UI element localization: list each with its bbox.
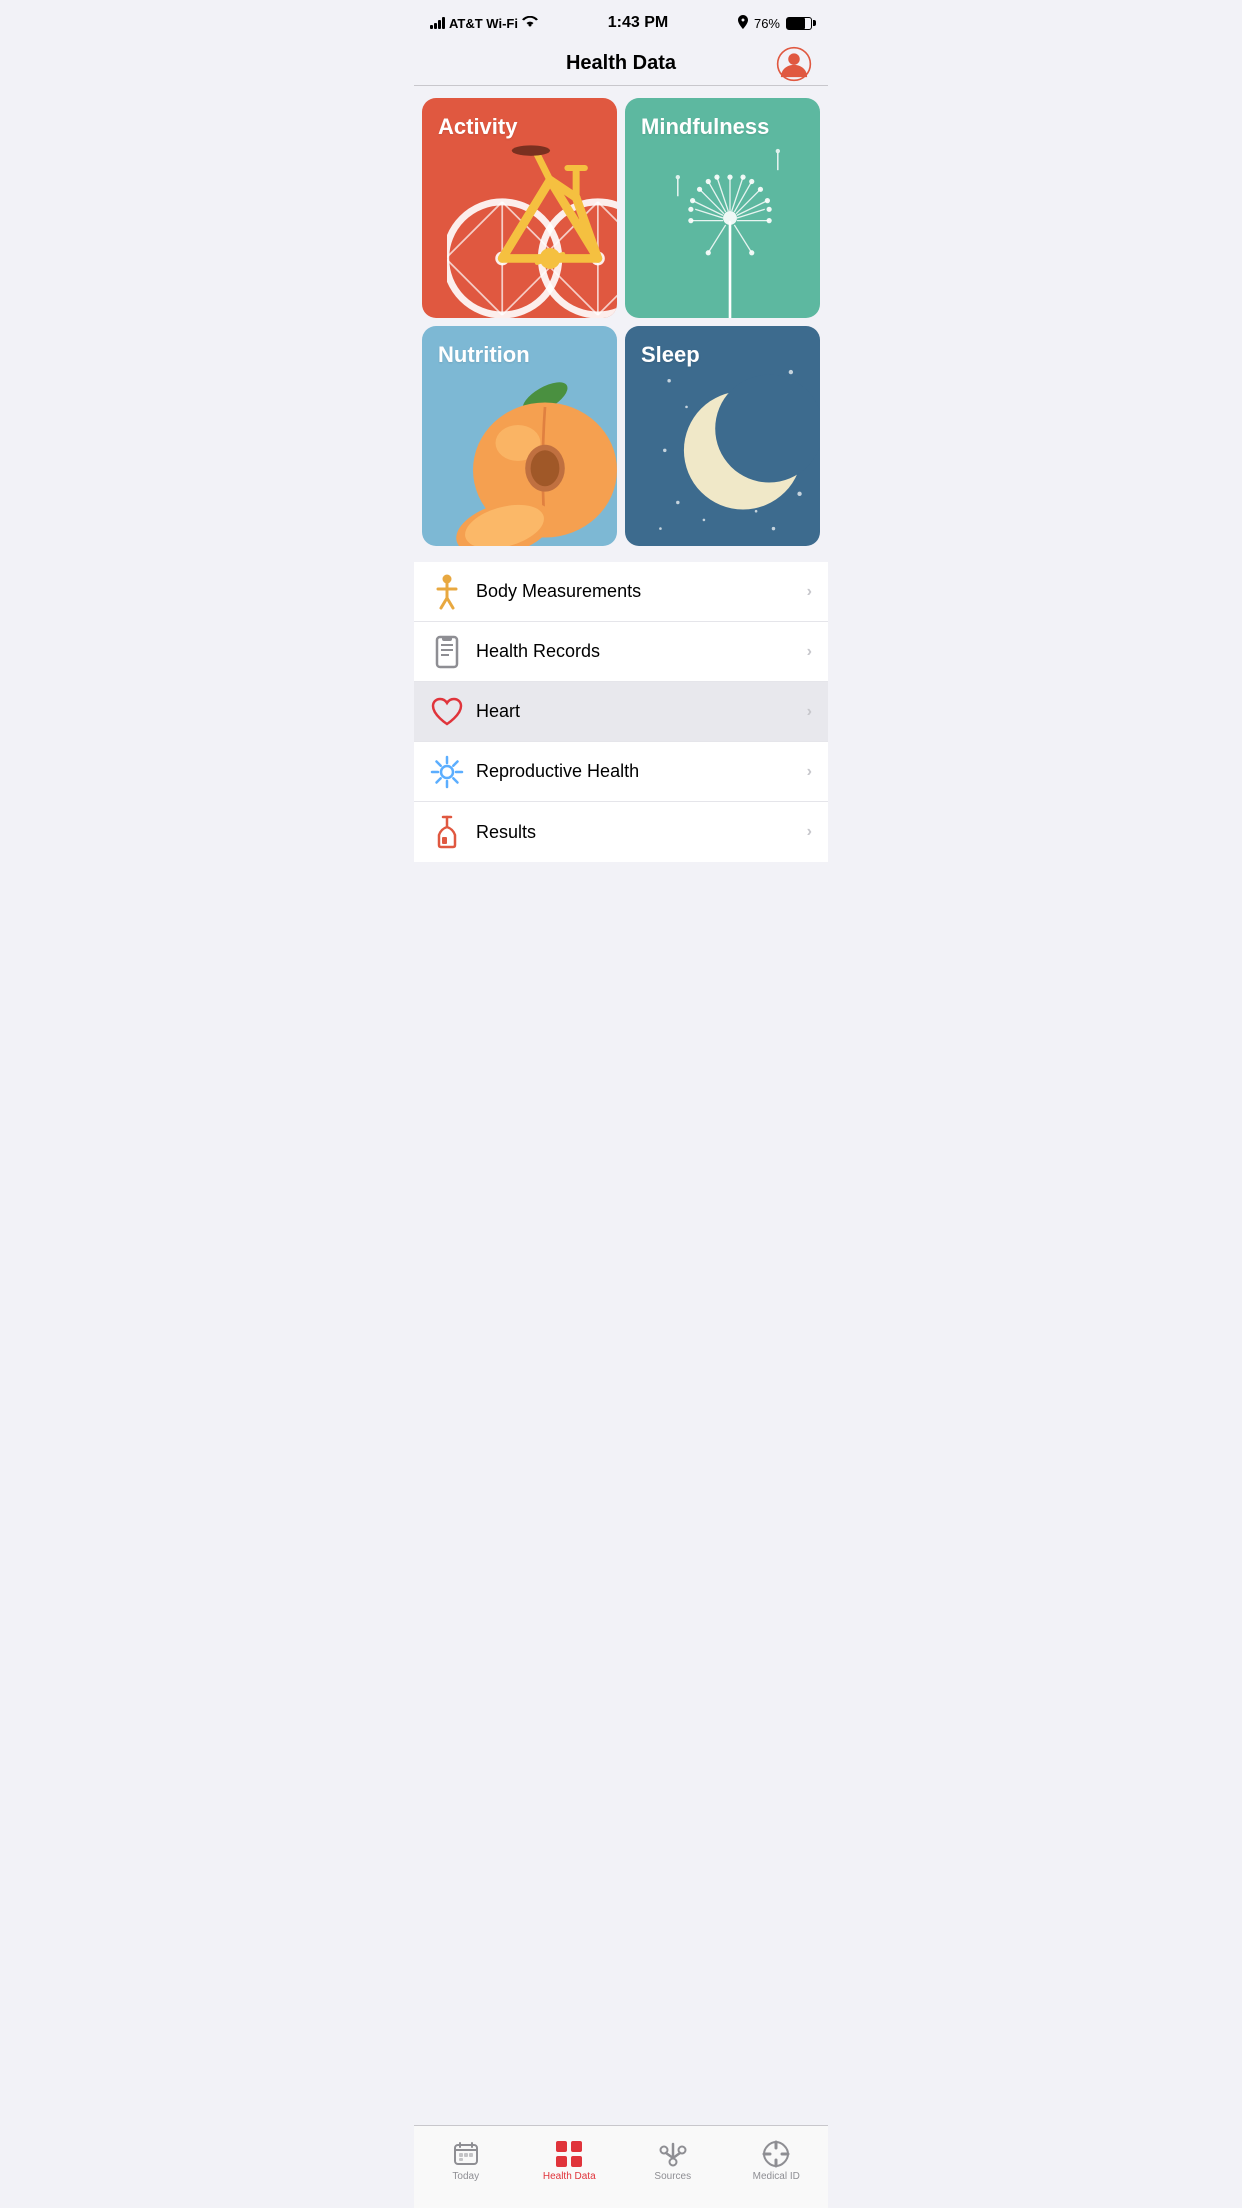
chevron-icon: › [807,583,812,601]
health-list: Body Measurements › Health Records › [414,562,828,862]
results-item[interactable]: Results › [414,802,828,862]
status-left: AT&T Wi-Fi [430,16,538,31]
health-data-icon [555,2140,583,2168]
body-icon [430,575,464,609]
tab-bar: Today Health Data Sources [414,2125,828,2208]
carrier-label: AT&T Wi-Fi [449,16,518,31]
sleep-card[interactable]: Sleep [625,326,820,546]
mindfulness-card[interactable]: Mindfulness [625,98,820,318]
category-grid: Activity [414,86,828,554]
nutrition-label: Nutrition [438,342,530,368]
records-icon [430,635,464,669]
chevron-icon: › [807,763,812,781]
results-label: Results [476,822,807,843]
status-bar: AT&T Wi-Fi 1:43 PM 76% [414,0,828,44]
nav-bar: Health Data [414,44,828,86]
body-measurements-label: Body Measurements [476,581,807,602]
sources-icon [659,2140,687,2168]
tab-health-data-label: Health Data [543,2171,596,2182]
nutrition-card[interactable]: Nutrition [422,326,617,546]
health-records-label: Health Records [476,641,807,662]
tab-today-label: Today [452,2171,479,2182]
tab-today[interactable]: Today [414,2126,518,2188]
medical-id-icon [762,2140,790,2168]
tab-health-data[interactable]: Health Data [518,2126,622,2188]
tab-medical-id-label: Medical ID [753,2171,800,2182]
heart-item[interactable]: Heart › [414,682,828,742]
results-icon [430,815,464,849]
chevron-icon: › [807,643,812,661]
tab-sources-label: Sources [654,2171,691,2182]
heart-icon [430,695,464,729]
page-title: Health Data [566,52,676,75]
chevron-icon: › [807,703,812,721]
today-icon [452,2140,480,2168]
reproductive-health-item[interactable]: Reproductive Health › [414,742,828,802]
tab-medical-id[interactable]: Medical ID [725,2126,829,2188]
wifi-icon [522,16,538,31]
mindfulness-label: Mindfulness [641,114,769,140]
profile-avatar-button[interactable] [776,46,812,82]
sleep-label: Sleep [641,342,700,368]
health-records-item[interactable]: Health Records › [414,622,828,682]
signal-icon [430,17,445,29]
activity-label: Activity [438,114,517,140]
time-display: 1:43 PM [608,14,668,32]
repro-icon [430,755,464,789]
body-measurements-item[interactable]: Body Measurements › [414,562,828,622]
battery-percentage: 76% [754,16,780,31]
battery-icon [786,17,812,30]
status-right: 76% [738,15,812,32]
reproductive-health-label: Reproductive Health [476,761,807,782]
activity-card[interactable]: Activity [422,98,617,318]
location-icon [738,15,748,32]
tab-sources[interactable]: Sources [621,2126,725,2188]
chevron-icon: › [807,823,812,841]
heart-label: Heart [476,701,807,722]
